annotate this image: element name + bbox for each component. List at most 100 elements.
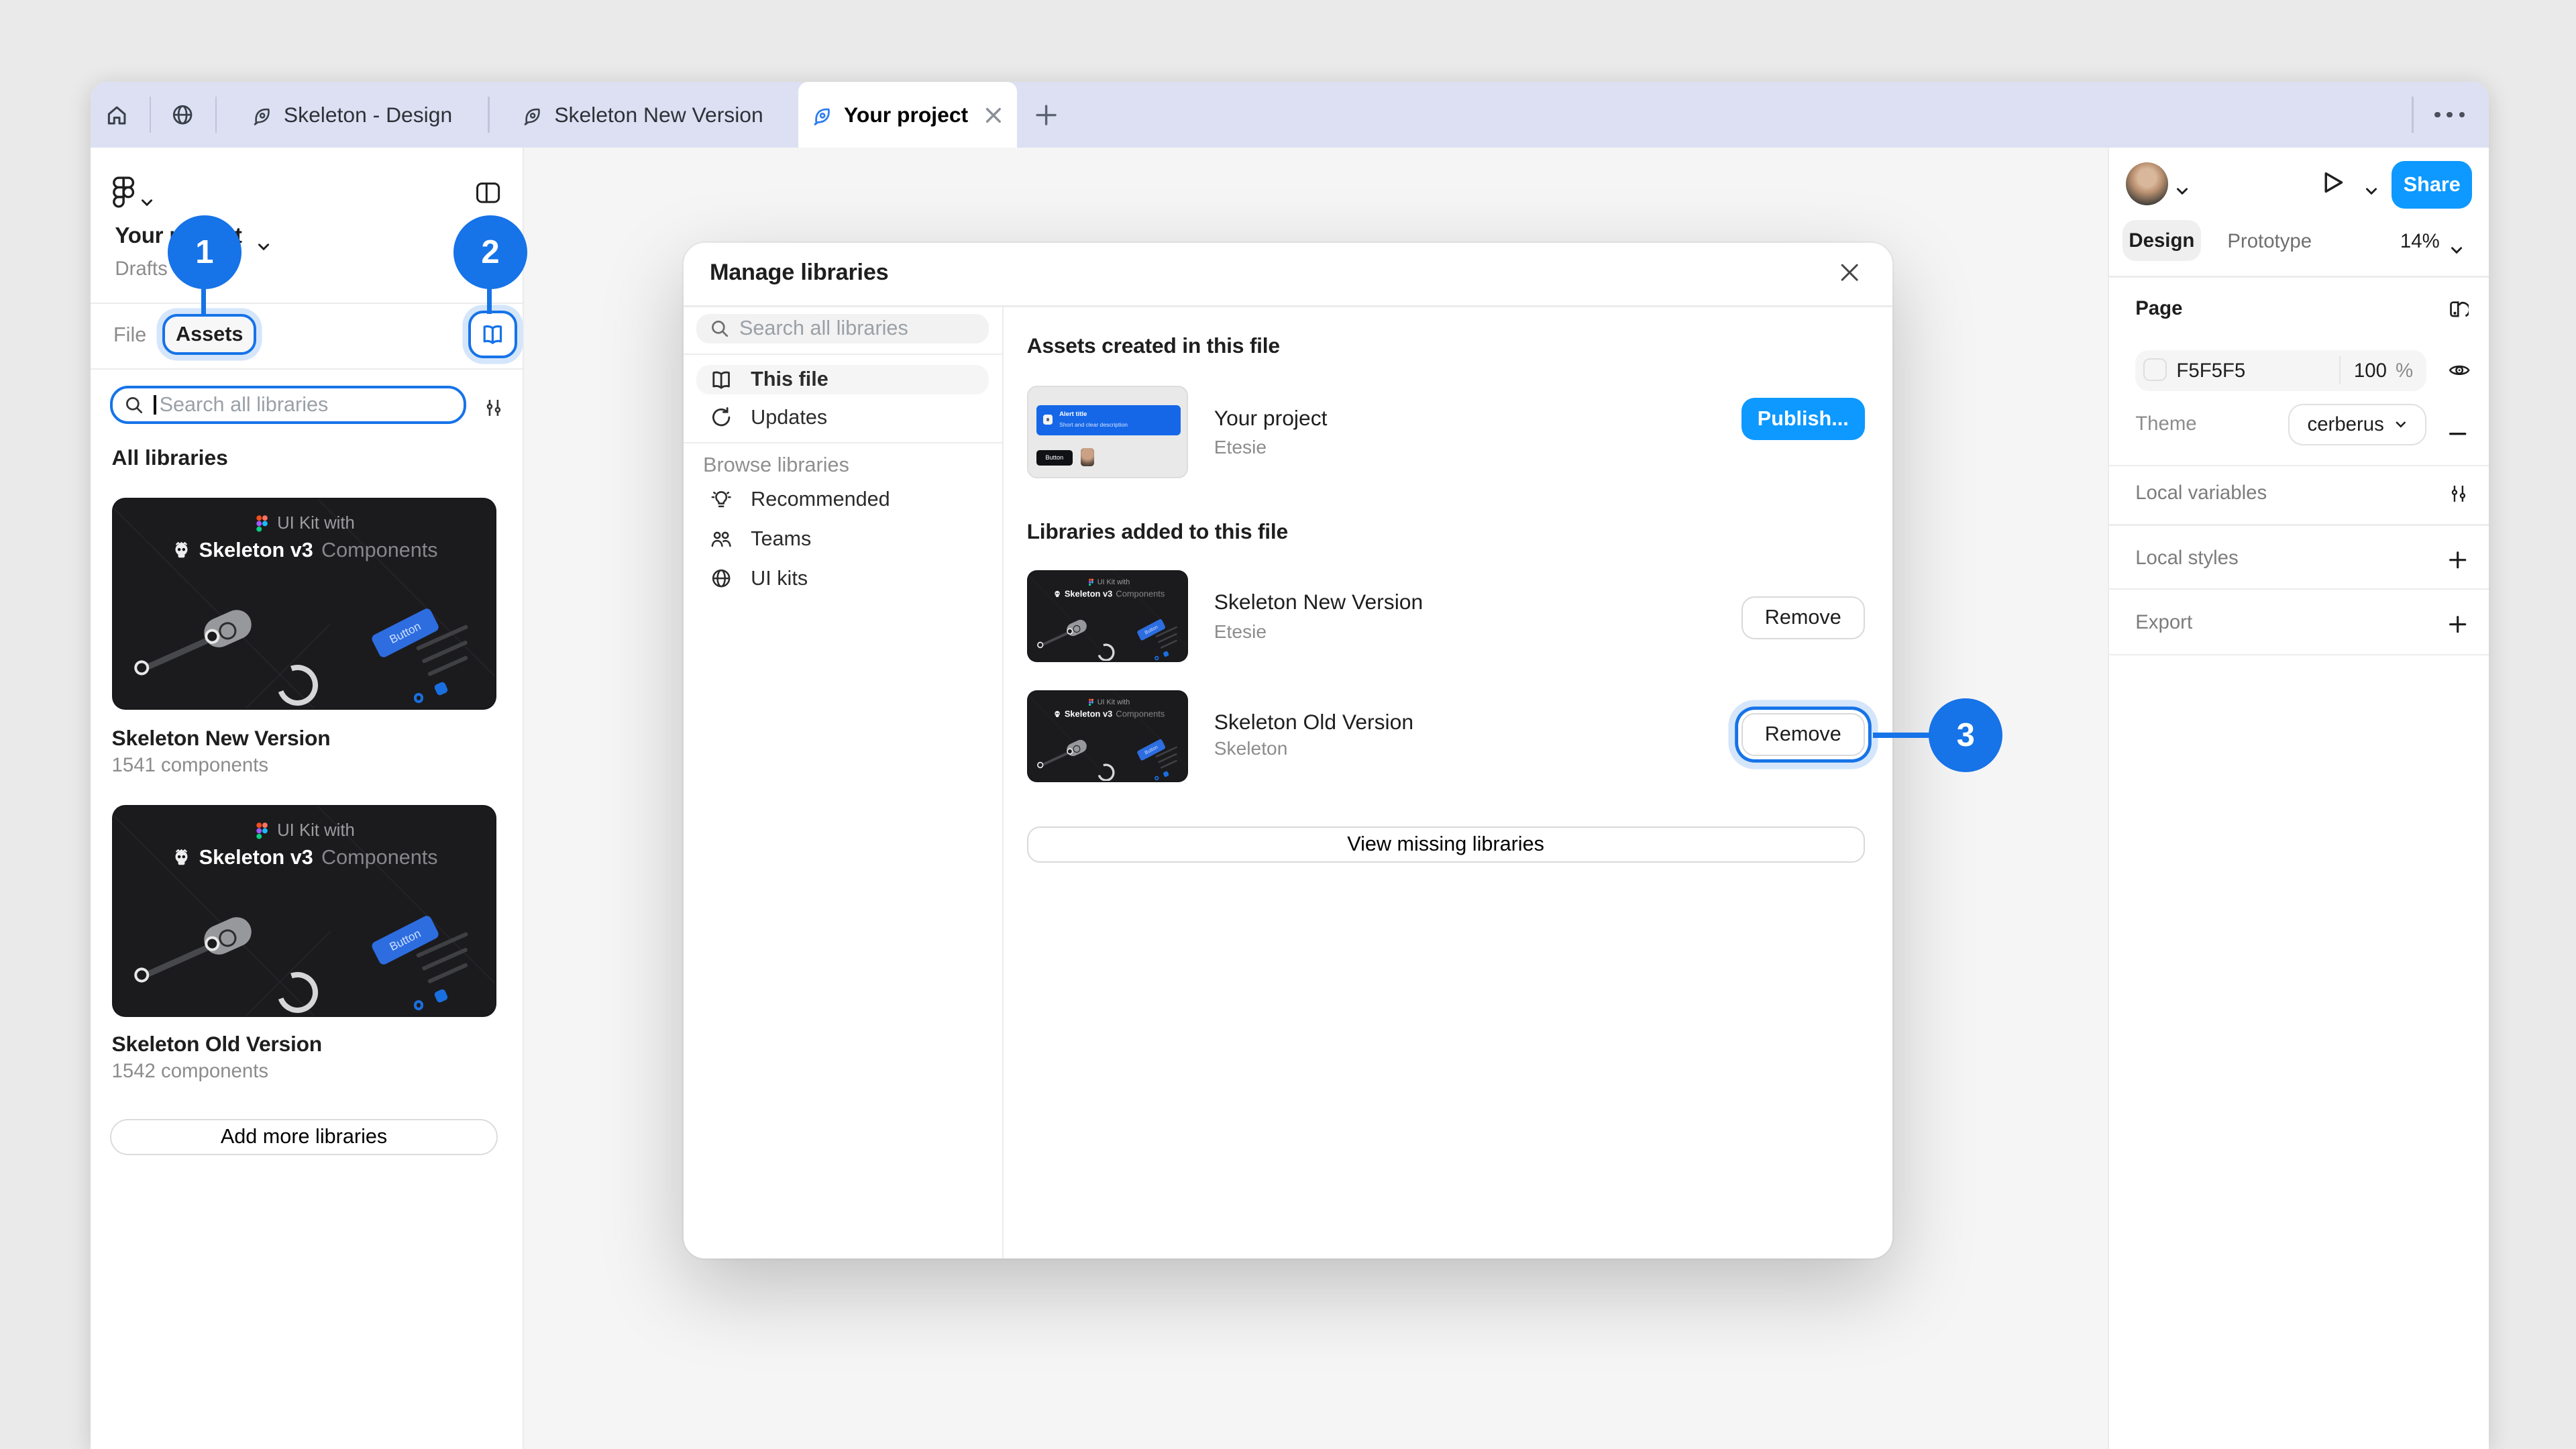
modal-search-field[interactable]: [696, 314, 989, 343]
figma-logo-icon[interactable]: [112, 176, 135, 215]
tab-skeleton-new-version[interactable]: Skeleton New Version: [488, 82, 796, 148]
divider: [684, 442, 1002, 443]
nav-label: This file: [751, 368, 828, 391]
filter-icon[interactable]: [483, 396, 504, 425]
alert-description: Short and clear description: [1059, 421, 1128, 428]
zoom-level[interactable]: 14%: [2400, 230, 2440, 253]
figma-logo-mini-icon: [256, 515, 269, 533]
thumbnail-art: UI Kit with Skeleton v3Components Button: [1028, 572, 1188, 662]
chevron-down-icon[interactable]: [140, 187, 154, 217]
tab-file[interactable]: File: [113, 323, 146, 347]
tab-prototype[interactable]: Prototype: [2227, 230, 2312, 253]
theme-label: Theme: [2135, 413, 2196, 435]
add-export-icon[interactable]: [2448, 611, 2467, 641]
home-icon[interactable]: [105, 103, 128, 126]
toggle-decoration: [199, 605, 256, 652]
nav-ui-kits[interactable]: UI kits: [696, 564, 989, 593]
thumbnail-art: UI Kit with Skeleton v3Components Button: [113, 499, 496, 710]
assets-section-heading: Assets created in this file: [1027, 333, 1280, 358]
local-styles-row[interactable]: Local styles: [2135, 547, 2238, 570]
close-tab-icon[interactable]: [983, 105, 1004, 126]
thumb-line2-rest: Components: [321, 846, 438, 869]
color-swatch[interactable]: [2143, 358, 2166, 381]
view-missing-libraries-button[interactable]: View missing libraries: [1027, 826, 1865, 863]
thumb-line1: UI Kit with: [277, 514, 355, 533]
chevron-down-icon[interactable]: [256, 231, 271, 261]
share-button[interactable]: Share: [2392, 161, 2472, 209]
theme-value: cerberus: [2308, 413, 2384, 436]
avatar[interactable]: [2126, 162, 2169, 205]
tab-label: Skeleton New Version: [554, 103, 763, 127]
chevron-down-icon[interactable]: [2449, 235, 2464, 264]
library-card-title[interactable]: Skeleton New Version: [112, 726, 331, 751]
eye-icon[interactable]: [2448, 358, 2471, 388]
modal-search-input[interactable]: [739, 317, 953, 340]
nav-label: UI kits: [751, 567, 808, 590]
nav-teams[interactable]: Teams: [696, 524, 989, 553]
tab-your-project[interactable]: Your project: [798, 82, 1017, 148]
toggle-decoration: [199, 912, 256, 959]
spinner-decoration: [270, 658, 325, 710]
thumb-line1: UI Kit with: [1097, 578, 1130, 586]
thumb-line2-rest: Components: [1116, 708, 1165, 718]
nav-recommended[interactable]: Recommended: [696, 484, 989, 514]
nav-label: Recommended: [751, 488, 890, 511]
library-row-thumbnail: UI Kit with Skeleton v3Components Button: [1027, 690, 1188, 782]
nav-updates[interactable]: Updates: [696, 402, 989, 432]
tab-assets[interactable]: Assets: [162, 314, 256, 355]
library-row-title: Skeleton Old Version: [1214, 710, 1413, 735]
book-icon: [710, 368, 733, 391]
nav-label: Teams: [751, 527, 811, 551]
tab-label: Skeleton - Design: [284, 103, 452, 127]
window-menu-button[interactable]: [2434, 112, 2465, 117]
thumb-line2-strong: Skeleton v3: [1064, 588, 1112, 598]
divider: [2109, 654, 2489, 655]
chevron-down-icon[interactable]: [2364, 176, 2379, 205]
file-thumbnail: Alert title Short and clear description …: [1027, 386, 1188, 478]
skull-icon: [1053, 710, 1061, 718]
tab-label: Your project: [844, 103, 968, 127]
text-caret: [154, 395, 156, 415]
callout-3: 3: [1929, 698, 2002, 772]
nav-this-file[interactable]: This file: [696, 365, 989, 394]
new-tab-button[interactable]: [1033, 102, 1059, 128]
figma-file-icon: [521, 105, 543, 126]
tab-design[interactable]: Design: [2123, 220, 2202, 261]
libraries-button[interactable]: [468, 311, 517, 358]
library-thumbnail-skeleton-old[interactable]: UI Kit with Skeleton v3Components Button: [112, 805, 496, 1017]
chevron-down-icon[interactable]: [2175, 176, 2190, 205]
add-more-libraries-button[interactable]: Add more libraries: [110, 1119, 498, 1155]
opacity-value[interactable]: 100: [2354, 360, 2387, 382]
thumb-line2-strong: Skeleton v3: [199, 846, 313, 869]
globe-icon[interactable]: [171, 103, 194, 126]
theme-dropdown[interactable]: cerberus: [2288, 404, 2426, 445]
remove-button-highlighted[interactable]: Remove: [1741, 713, 1865, 756]
remove-theme-icon[interactable]: [2448, 421, 2467, 450]
thumb-line2-rest: Components: [1116, 588, 1165, 598]
thumb-line2-rest: Components: [321, 539, 438, 562]
remove-button[interactable]: Remove: [1741, 596, 1865, 639]
styles-icon[interactable]: [2448, 297, 2469, 327]
globe-icon: [710, 567, 733, 590]
add-style-icon[interactable]: [2448, 547, 2467, 576]
close-icon[interactable]: [1835, 258, 1865, 287]
search-input[interactable]: [160, 393, 406, 417]
tab-skeleton-design[interactable]: Skeleton - Design: [215, 82, 488, 148]
library-thumbnail-skeleton-new[interactable]: UI Kit with Skeleton v3Components Button: [112, 498, 496, 710]
nav-label: Updates: [751, 406, 827, 429]
divider: [2109, 465, 2489, 466]
color-hex-value[interactable]: F5F5F5: [2176, 360, 2245, 382]
library-card-title[interactable]: Skeleton Old Version: [112, 1032, 322, 1057]
panel-toggle-icon[interactable]: [475, 180, 501, 212]
library-row-thumbnail: UI Kit with Skeleton v3Components Button: [1027, 570, 1188, 662]
local-variables-row[interactable]: Local variables: [2135, 482, 2267, 504]
dialog-title: Manage libraries: [710, 260, 889, 286]
book-icon: [480, 322, 505, 347]
callout-1: 1: [168, 215, 241, 289]
present-play-icon[interactable]: [2318, 168, 2347, 204]
export-row[interactable]: Export: [2135, 611, 2192, 634]
library-search-field[interactable]: [110, 386, 466, 423]
publish-button[interactable]: Publish...: [1741, 398, 1865, 441]
variables-icon[interactable]: [2448, 482, 2469, 511]
tab-design-label: Design: [2129, 229, 2194, 252]
